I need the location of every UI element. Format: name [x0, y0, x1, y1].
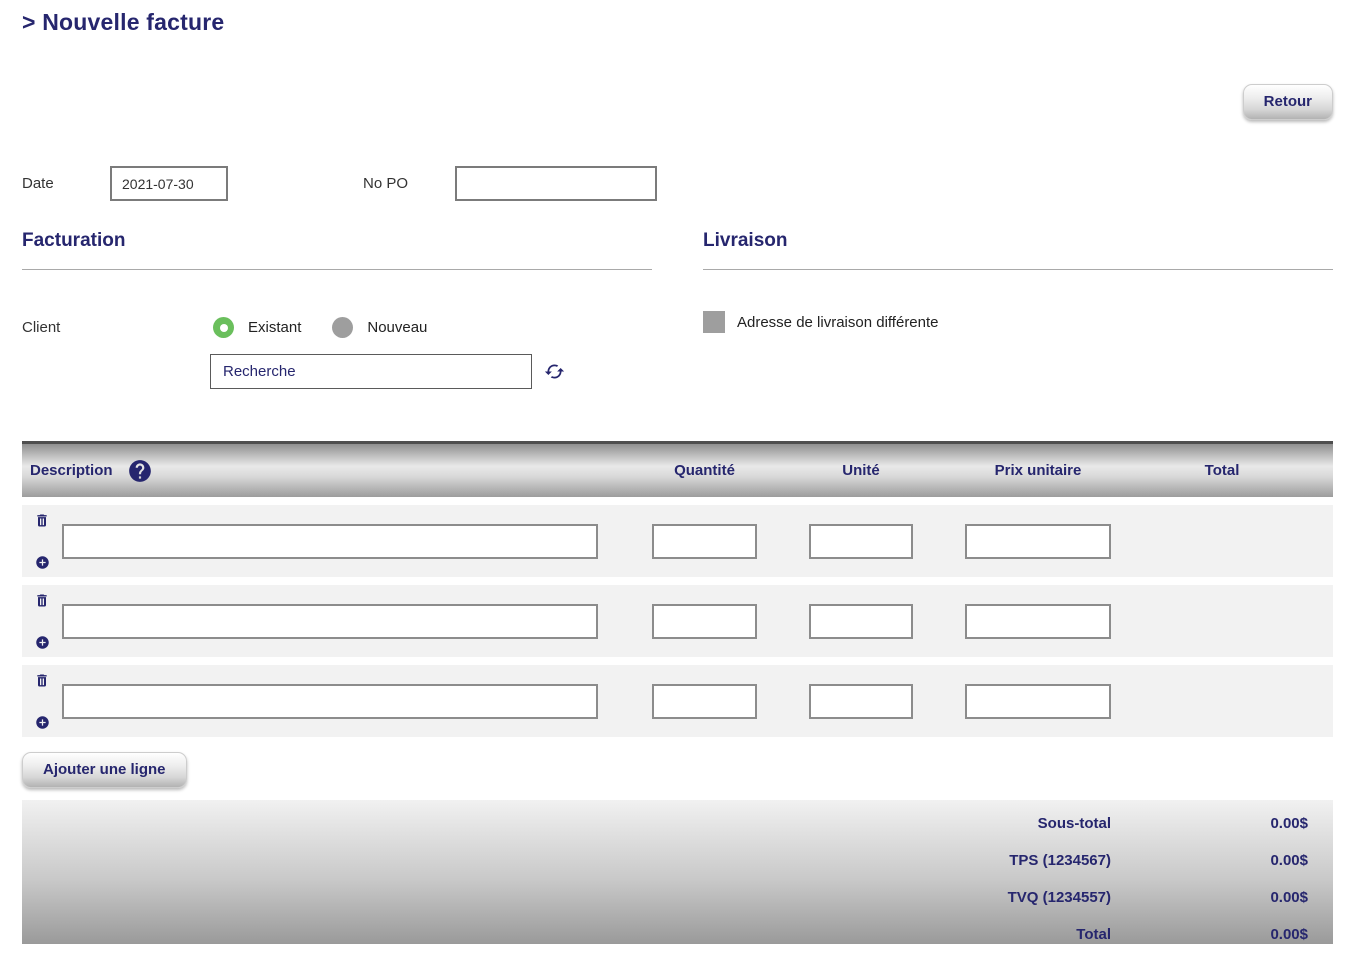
unit-price-input[interactable]: [965, 524, 1111, 559]
date-label: Date: [22, 175, 110, 192]
row-1-actions: [22, 510, 62, 572]
delete-row-button[interactable]: [34, 672, 50, 689]
refresh-icon: [544, 361, 565, 382]
radio-client-existing[interactable]: Existant: [213, 317, 301, 338]
tvq-label: TVQ (1234557): [22, 889, 1111, 906]
help-icon: [127, 458, 153, 484]
add-line-button[interactable]: Ajouter une ligne: [22, 752, 187, 788]
radio-dot: [220, 324, 228, 332]
different-address-row: Adresse de livraison différente: [703, 311, 1333, 333]
billing-section: Facturation Client Existant Nouveau: [22, 230, 652, 389]
client-search-row: [210, 354, 652, 389]
different-address-label: Adresse de livraison différente: [737, 314, 939, 331]
quantity-input[interactable]: [652, 604, 757, 639]
subtotal-row: Sous-total 0.00$: [22, 805, 1333, 842]
po-label: No PO: [363, 175, 408, 192]
total-label: Total: [22, 926, 1111, 943]
add-row-bar: Ajouter une ligne: [22, 752, 1333, 788]
refresh-button[interactable]: [544, 361, 565, 382]
invoice-meta-row: Date No PO: [22, 166, 1333, 201]
back-button[interactable]: Retour: [1243, 84, 1333, 120]
trash-icon: [34, 512, 50, 529]
billing-heading: Facturation: [22, 230, 652, 270]
subtotal-value: 0.00$: [1111, 815, 1333, 832]
column-header-quantity: Quantité: [652, 462, 757, 479]
delete-row-button[interactable]: [34, 512, 50, 529]
tvq-row: TVQ (1234557) 0.00$: [22, 879, 1333, 916]
tps-row: TPS (1234567) 0.00$: [22, 842, 1333, 879]
quantity-input[interactable]: [652, 684, 757, 719]
description-input[interactable]: [62, 684, 598, 719]
insert-row-button[interactable]: [35, 715, 50, 730]
totals-block: Sous-total 0.00$ TPS (1234567) 0.00$ TVQ…: [22, 800, 1333, 944]
radio-existing-label: Existant: [248, 319, 301, 336]
unit-input[interactable]: [809, 684, 913, 719]
description-input[interactable]: [62, 604, 598, 639]
tps-label: TPS (1234567): [22, 852, 1111, 869]
insert-row-button[interactable]: [35, 635, 50, 650]
address-sections: Facturation Client Existant Nouveau: [22, 230, 1333, 389]
trash-icon: [34, 672, 50, 689]
page-title: > Nouvelle facture: [22, 0, 1333, 36]
total-row: Total 0.00$: [22, 916, 1333, 953]
quantity-input[interactable]: [652, 524, 757, 559]
client-label: Client: [22, 319, 213, 336]
description-input[interactable]: [62, 524, 598, 559]
description-help-button[interactable]: [127, 458, 153, 484]
unit-input[interactable]: [809, 604, 913, 639]
unit-price-input[interactable]: [965, 684, 1111, 719]
tps-value: 0.00$: [1111, 852, 1333, 869]
insert-row-button[interactable]: [35, 555, 50, 570]
item-row-1: [22, 505, 1333, 577]
item-row-2: [22, 585, 1333, 657]
items-table-header: Description Quantité Unité Prix unitaire…: [22, 441, 1333, 497]
item-row-3: [22, 665, 1333, 737]
shipping-section: Livraison Adresse de livraison différent…: [703, 230, 1333, 389]
column-header-unit-price: Prix unitaire: [965, 462, 1111, 479]
column-header-total: Total: [1111, 462, 1333, 479]
column-header-unit: Unité: [809, 462, 913, 479]
tvq-value: 0.00$: [1111, 889, 1333, 906]
toolbar: Retour: [22, 84, 1333, 120]
plus-circle-icon: [35, 715, 50, 730]
plus-circle-icon: [35, 635, 50, 650]
unit-input[interactable]: [809, 524, 913, 559]
shipping-heading: Livraison: [703, 230, 1333, 270]
radio-selected-icon: [213, 317, 234, 338]
row-3-actions: [22, 670, 62, 732]
radio-unselected-icon: [332, 317, 353, 338]
subtotal-label: Sous-total: [22, 815, 1111, 832]
client-search-input[interactable]: [210, 354, 532, 389]
radio-client-new[interactable]: Nouveau: [332, 317, 427, 338]
date-input[interactable]: [110, 166, 228, 201]
po-input[interactable]: [455, 166, 657, 201]
plus-circle-icon: [35, 555, 50, 570]
row-2-actions: [22, 590, 62, 652]
new-invoice-page: > Nouvelle facture Retour Date No PO Fac…: [22, 0, 1333, 944]
column-header-description: Description: [22, 458, 598, 484]
unit-price-input[interactable]: [965, 604, 1111, 639]
delete-row-button[interactable]: [34, 592, 50, 609]
client-type-row: Client Existant Nouveau: [22, 317, 652, 338]
radio-new-label: Nouveau: [367, 319, 427, 336]
total-value: 0.00$: [1111, 926, 1333, 943]
trash-icon: [34, 592, 50, 609]
different-address-checkbox[interactable]: [703, 311, 725, 333]
